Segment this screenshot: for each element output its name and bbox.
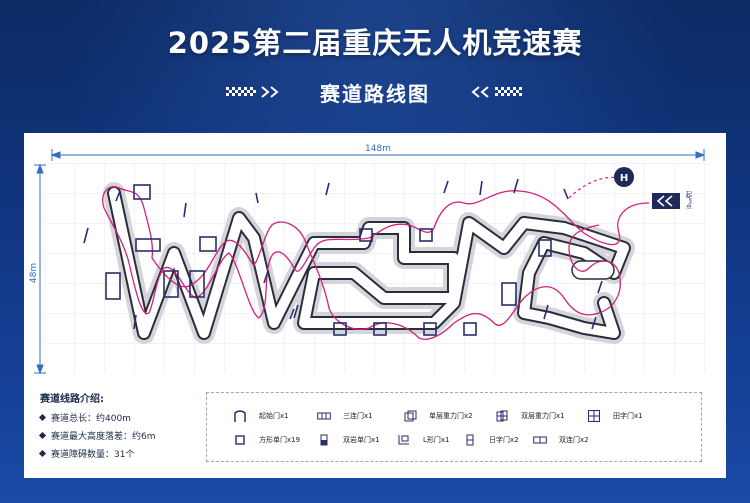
l-gate-icon	[398, 435, 409, 445]
legend-label: 双层重力门x1	[521, 412, 565, 420]
legend-item: 双层重力门x1	[495, 409, 565, 423]
legend-item: 双岩单门x1	[317, 433, 380, 447]
single-gravity-gate-icon	[404, 410, 417, 422]
info-item: 赛道总长：约400m	[38, 411, 200, 424]
triple-gate-icon	[317, 412, 331, 420]
checker-arrow-right-icon	[471, 86, 522, 98]
legend-label: 三连门x1	[343, 412, 373, 420]
info-item-text: 赛道最大高度落差：约6m	[51, 432, 156, 442]
legend-label: 起始门x1	[259, 412, 289, 420]
legend-item: 方形单门x19	[233, 433, 300, 447]
info-item-text: 赛道总长：约400m	[51, 414, 131, 424]
tian-gate-icon	[588, 410, 600, 422]
info-item: 赛道障碍数量：31个	[38, 447, 200, 460]
square-gate-icon	[235, 435, 245, 445]
legend-item: 日字门x2	[463, 433, 519, 447]
height-label: 48m	[29, 263, 39, 283]
page-title: 2025第二届重庆无人机竞速赛	[167, 26, 583, 60]
double-link-gate-icon	[533, 436, 547, 444]
page-subtitle: 赛道路线图	[320, 81, 430, 106]
legend-item: L形门x1	[397, 433, 450, 447]
poster: 2025第二届重庆无人机竞速赛 赛道路线图 148m 48m H 起飞点 赛道线…	[0, 0, 750, 503]
landing-marker: H	[620, 173, 628, 184]
subtitle-row: 赛道路线图	[0, 78, 750, 106]
diamond-bullet-icon	[38, 449, 47, 458]
legend-item: 双连门x2	[533, 433, 589, 447]
legend-item: 田字门x1	[587, 409, 643, 423]
diamond-bullet-icon	[38, 413, 47, 422]
gate-legend: 起始门x1 三连门x1 单层重力门x2 双层重力门x1 田字门x1 方形单门x1…	[206, 392, 702, 462]
diamond-bullet-icon	[38, 431, 47, 440]
double-gravity-gate-icon	[496, 410, 508, 422]
width-label: 148m	[365, 144, 391, 154]
info-item: 赛道最大高度落差：约6m	[38, 429, 200, 442]
route-info: 赛道线路介绍: 赛道总长：约400m 赛道最大高度落差：约6m 赛道障碍数量：3…	[38, 390, 200, 465]
start-gate-icon	[234, 410, 246, 422]
legend-label: 单层重力门x2	[429, 412, 473, 420]
checker-arrow-left-icon	[226, 86, 279, 98]
start-sign: 起飞点	[685, 190, 692, 210]
route-info-title: 赛道线路介绍:	[40, 394, 104, 405]
info-item-text: 赛道障碍数量：31个	[51, 450, 135, 460]
legend-item: 三连门x1	[317, 409, 373, 423]
legend-label: 田字门x1	[613, 412, 643, 420]
legend-item: 单层重力门x2	[403, 409, 473, 423]
legend-label: 双岩单门x1	[343, 436, 380, 444]
ri-gate-icon	[466, 434, 474, 446]
legend-label: 方形单门x19	[259, 436, 301, 444]
legend-label: L形门x1	[423, 436, 450, 444]
legend-label: 双连门x2	[559, 436, 589, 444]
double-deck-gate-icon	[320, 434, 328, 446]
legend-item: 起始门x1	[233, 409, 289, 423]
legend-label: 日字门x2	[489, 436, 519, 444]
